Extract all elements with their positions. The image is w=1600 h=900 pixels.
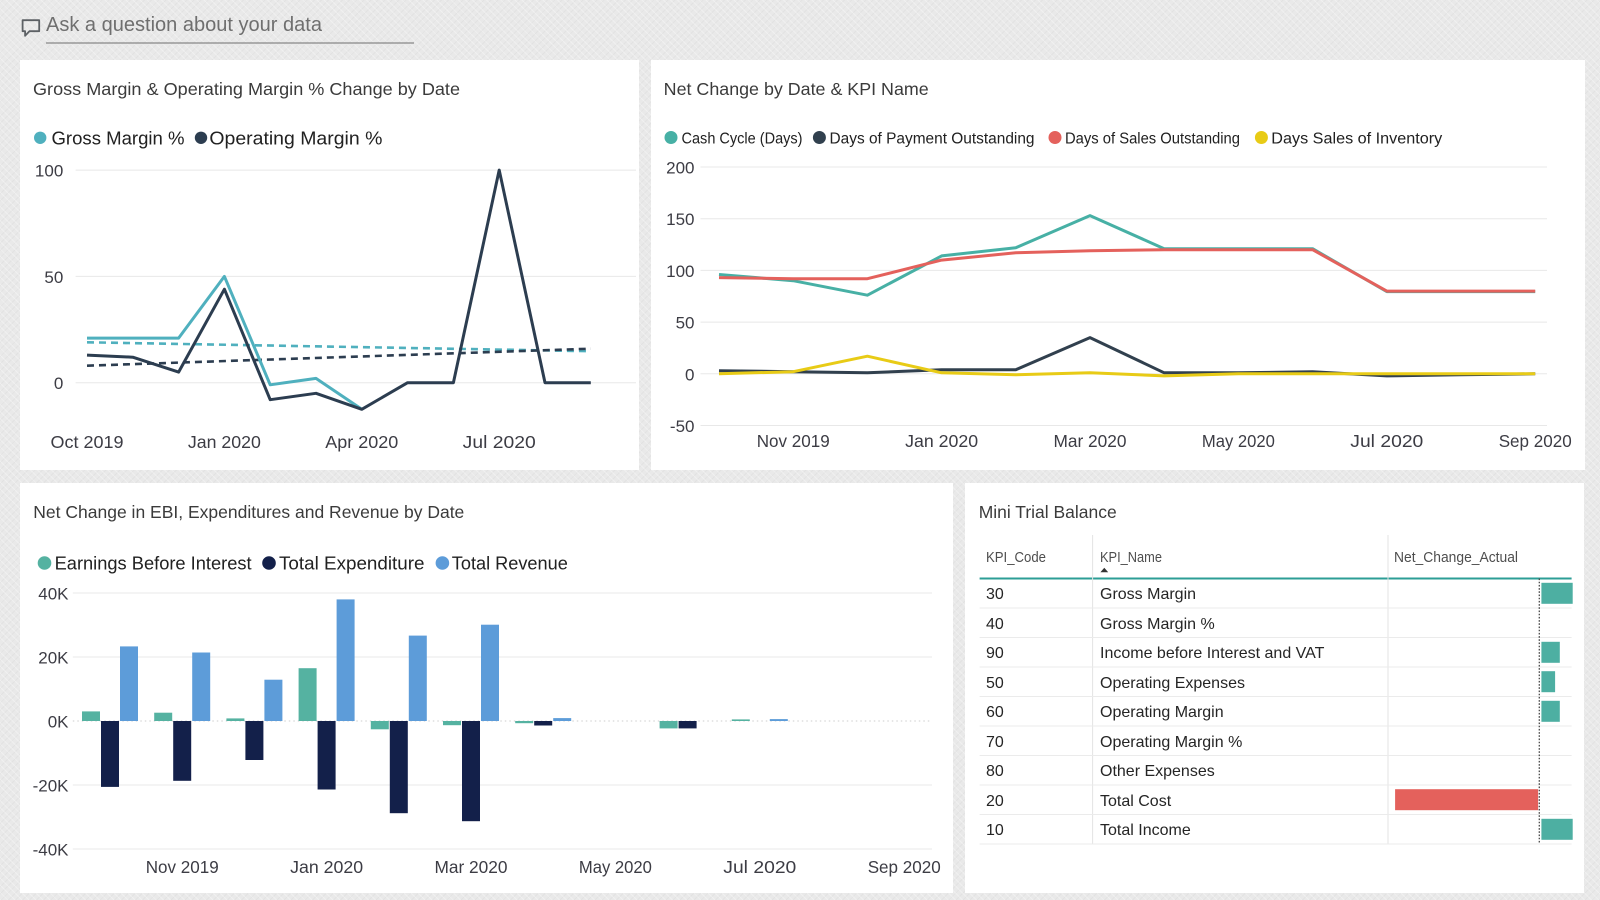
svg-text:Jul 2020: Jul 2020 (723, 857, 796, 877)
svg-text:Nov 2019: Nov 2019 (146, 857, 219, 877)
svg-text:Ask a question about your data: Ask a question about your data (46, 14, 323, 36)
svg-text:Apr 2020: Apr 2020 (325, 432, 398, 452)
svg-text:Earnings Before Interest: Earnings Before Interest (55, 553, 252, 574)
svg-text:30: 30 (986, 586, 1004, 603)
svg-text:Total Revenue: Total Revenue (452, 553, 568, 574)
svg-text:20: 20 (986, 793, 1004, 810)
svg-text:Operating Expenses: Operating Expenses (1100, 675, 1245, 692)
svg-text:Oct 2019: Oct 2019 (51, 432, 124, 452)
svg-text:Jan 2020: Jan 2020 (905, 431, 978, 451)
svg-text:Gross Margin: Gross Margin (1100, 586, 1196, 603)
svg-text:Operating Margin %: Operating Margin % (209, 128, 382, 149)
svg-text:Operating Margin %: Operating Margin % (1100, 734, 1242, 751)
svg-text:100: 100 (666, 262, 694, 281)
svg-text:Gross Margin & Operating Margi: Gross Margin & Operating Margin % Change… (33, 79, 460, 99)
svg-text:150: 150 (666, 210, 694, 229)
svg-text:Days Sales of Inventory: Days Sales of Inventory (1271, 131, 1442, 148)
svg-text:Jul 2020: Jul 2020 (463, 432, 536, 452)
svg-text:Operating Margin: Operating Margin (1100, 704, 1224, 721)
svg-text:Jul 2020: Jul 2020 (1350, 431, 1423, 451)
svg-text:50: 50 (44, 268, 63, 287)
svg-text:40K: 40K (38, 585, 69, 604)
svg-text:Gross Margin %: Gross Margin % (52, 128, 185, 149)
svg-text:Gross Margin %: Gross Margin % (1100, 616, 1215, 633)
svg-text:Total Cost: Total Cost (1100, 793, 1172, 810)
svg-text:90: 90 (986, 645, 1004, 662)
svg-text:Jan 2020: Jan 2020 (188, 432, 261, 452)
svg-text:Net Change in EBI, Expenditure: Net Change in EBI, Expenditures and Reve… (33, 502, 464, 522)
svg-text:20K: 20K (38, 649, 69, 668)
svg-text:May 2020: May 2020 (1202, 431, 1275, 451)
svg-text:80: 80 (986, 763, 1004, 780)
svg-text:200: 200 (666, 159, 694, 178)
svg-text:70: 70 (986, 734, 1004, 751)
svg-text:-40K: -40K (33, 841, 70, 860)
svg-text:0K: 0K (48, 713, 69, 732)
svg-text:50: 50 (676, 314, 695, 333)
svg-text:Mini Trial Balance: Mini Trial Balance (979, 502, 1117, 522)
svg-text:Other Expenses: Other Expenses (1100, 763, 1215, 780)
svg-text:Net_Change_Actual: Net_Change_Actual (1394, 549, 1518, 566)
svg-text:-50: -50 (670, 417, 695, 436)
svg-text:-20K: -20K (33, 777, 70, 796)
svg-text:Mar 2020: Mar 2020 (435, 857, 508, 877)
svg-text:10: 10 (986, 822, 1004, 839)
svg-text:Cash Cycle (Days): Cash Cycle (Days) (682, 131, 803, 148)
svg-text:Total Expenditure: Total Expenditure (279, 553, 425, 574)
svg-text:0: 0 (685, 365, 694, 384)
svg-text:0: 0 (54, 374, 63, 393)
svg-text:Sep 2020: Sep 2020 (1499, 431, 1572, 451)
svg-text:May 2020: May 2020 (579, 857, 652, 877)
svg-text:Days of Sales Outstanding: Days of Sales Outstanding (1065, 131, 1240, 148)
svg-text:Total Income: Total Income (1100, 822, 1191, 839)
svg-text:50: 50 (986, 675, 1004, 692)
svg-text:KPI_Name: KPI_Name (1100, 549, 1162, 566)
svg-text:100: 100 (35, 162, 63, 181)
svg-text:Days of Payment Outstanding: Days of Payment Outstanding (830, 131, 1035, 148)
svg-text:60: 60 (986, 704, 1004, 721)
svg-text:KPI_Code: KPI_Code (986, 549, 1046, 566)
svg-text:Nov 2019: Nov 2019 (757, 431, 830, 451)
svg-text:Net Change by Date & KPI Name: Net Change by Date & KPI Name (664, 79, 929, 99)
svg-text:Income before Interest and VAT: Income before Interest and VAT (1100, 645, 1325, 662)
svg-text:40: 40 (986, 616, 1004, 633)
svg-text:Mar 2020: Mar 2020 (1054, 431, 1127, 451)
svg-text:Sep 2020: Sep 2020 (868, 857, 941, 877)
svg-text:Jan 2020: Jan 2020 (290, 857, 363, 877)
